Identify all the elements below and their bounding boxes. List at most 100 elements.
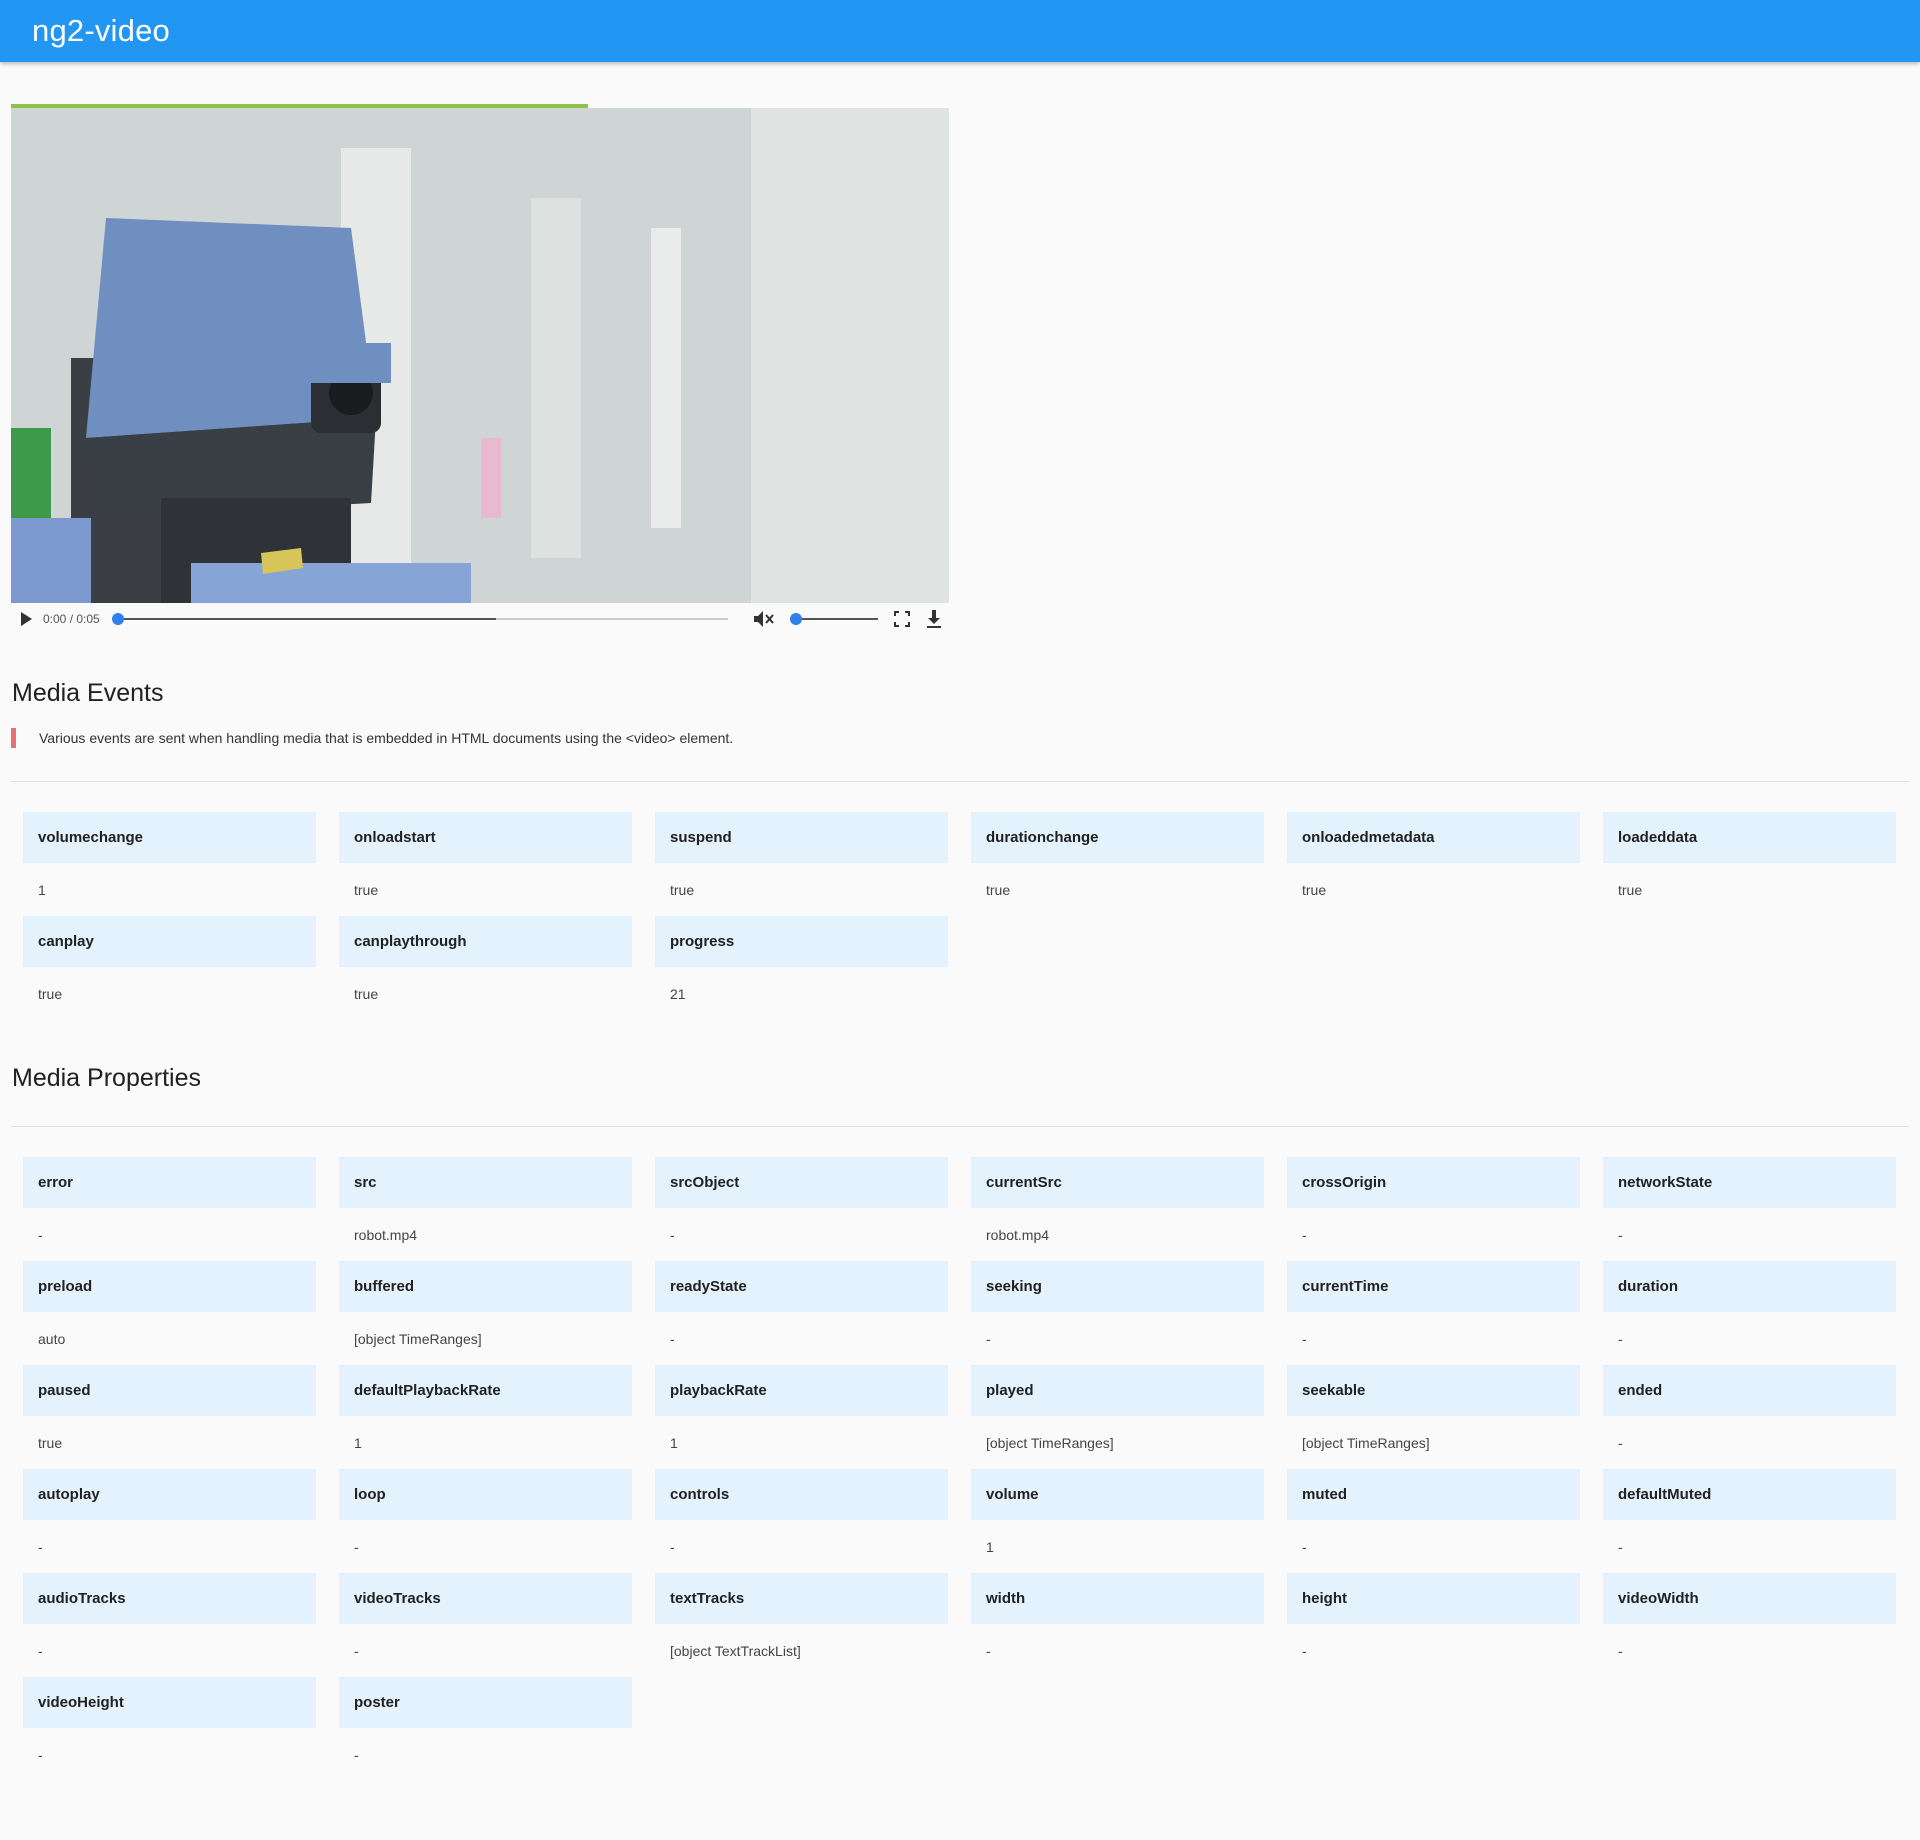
download-icon[interactable] bbox=[925, 609, 943, 629]
event-cell-value: true bbox=[1618, 881, 1643, 898]
property-cell-value: [object TimeRanges] bbox=[1302, 1434, 1430, 1451]
property-cell: muted - bbox=[1287, 1469, 1580, 1573]
property-cell-key: height bbox=[1287, 1573, 1580, 1624]
property-cell-value: - bbox=[986, 1642, 991, 1659]
property-cell-value: - bbox=[38, 1538, 43, 1555]
property-cell-key: defaultPlaybackRate bbox=[339, 1365, 632, 1416]
property-cell: audioTracks - bbox=[23, 1573, 316, 1677]
property-cell-key: textTracks bbox=[655, 1573, 948, 1624]
event-cell-key: suspend bbox=[655, 812, 948, 863]
property-cell-key: audioTracks bbox=[23, 1573, 316, 1624]
fullscreen-icon[interactable] bbox=[893, 610, 911, 628]
property-cell: textTracks [object TextTrackList] bbox=[655, 1573, 948, 1677]
event-cell-value: 21 bbox=[670, 985, 686, 1002]
event-cell: canplay true bbox=[23, 916, 316, 1020]
property-cell-key: loop bbox=[339, 1469, 632, 1520]
property-cell-value: - bbox=[354, 1538, 359, 1555]
event-cell-value: true bbox=[354, 881, 379, 898]
property-cell-value: - bbox=[354, 1746, 359, 1763]
property-cell: networkState - bbox=[1603, 1157, 1896, 1261]
video-frame[interactable] bbox=[11, 108, 949, 603]
event-cell-value: 1 bbox=[38, 881, 46, 898]
property-cell-value: - bbox=[670, 1538, 675, 1555]
property-cell-value: auto bbox=[38, 1330, 66, 1347]
property-cell-value: - bbox=[1302, 1538, 1307, 1555]
event-cell-key: volumechange bbox=[23, 812, 316, 863]
property-cell: poster - bbox=[339, 1677, 632, 1781]
seek-thumb[interactable] bbox=[112, 613, 124, 625]
property-cell-key: crossOrigin bbox=[1287, 1157, 1580, 1208]
property-cell: seekable [object TimeRanges] bbox=[1287, 1365, 1580, 1469]
property-cell-key: duration bbox=[1603, 1261, 1896, 1312]
volume-thumb[interactable] bbox=[790, 613, 802, 625]
property-cell: currentTime - bbox=[1287, 1261, 1580, 1365]
property-cell: controls - bbox=[655, 1469, 948, 1573]
property-cell-value: - bbox=[1618, 1226, 1623, 1243]
property-cell: preload auto bbox=[23, 1261, 316, 1365]
app-bar: ng2-video bbox=[0, 0, 1920, 62]
property-cell-key: buffered bbox=[339, 1261, 632, 1312]
event-cell-value: true bbox=[986, 881, 1011, 898]
app-title: ng2-video bbox=[32, 13, 170, 48]
property-cell-value: - bbox=[670, 1330, 675, 1347]
property-cell-key: videoWidth bbox=[1603, 1573, 1896, 1624]
property-cell: autoplay - bbox=[23, 1469, 316, 1573]
property-cell-value: [object TimeRanges] bbox=[986, 1434, 1114, 1451]
property-cell-key: currentSrc bbox=[971, 1157, 1264, 1208]
property-cell-value: robot.mp4 bbox=[354, 1226, 418, 1243]
property-cell-key: muted bbox=[1287, 1469, 1580, 1520]
event-cell: canplaythrough true bbox=[339, 916, 632, 1020]
property-cell-value: - bbox=[1618, 1434, 1623, 1451]
event-cell: volumechange 1 bbox=[23, 812, 316, 916]
seek-slider[interactable] bbox=[112, 613, 728, 625]
event-cell-key: progress bbox=[655, 916, 948, 967]
event-cell: durationchange true bbox=[971, 812, 1264, 916]
property-cell-key: readyState bbox=[655, 1261, 948, 1312]
property-cell-value: - bbox=[38, 1226, 43, 1243]
property-cell: playbackRate 1 bbox=[655, 1365, 948, 1469]
event-cell: loadeddata true bbox=[1603, 812, 1896, 916]
property-cell-value: - bbox=[986, 1330, 991, 1347]
event-cell-value: true bbox=[670, 881, 695, 898]
property-cell: defaultMuted - bbox=[1603, 1469, 1896, 1573]
property-cell: src robot.mp4 bbox=[339, 1157, 632, 1261]
property-cell-key: seekable bbox=[1287, 1365, 1580, 1416]
property-cell-key: preload bbox=[23, 1261, 316, 1312]
time-display: 0:00 / 0:05 bbox=[43, 612, 100, 626]
media-events-grid: volumechange 1 onloadstart true suspend true d… bbox=[11, 812, 1909, 1020]
property-cell-key: autoplay bbox=[23, 1469, 316, 1520]
property-cell: played [object TimeRanges] bbox=[971, 1365, 1264, 1469]
property-cell-value: - bbox=[38, 1642, 43, 1659]
property-cell-value: [object TextTrackList] bbox=[670, 1642, 801, 1659]
event-cell-value: true bbox=[38, 985, 63, 1002]
property-cell-value: 1 bbox=[354, 1434, 362, 1451]
property-cell-key: src bbox=[339, 1157, 632, 1208]
property-cell: height - bbox=[1287, 1573, 1580, 1677]
video-player: 0:00 / 0:05 bbox=[11, 104, 949, 635]
event-cell-key: canplay bbox=[23, 916, 316, 967]
property-cell: buffered [object TimeRanges] bbox=[339, 1261, 632, 1365]
property-cell-key: played bbox=[971, 1365, 1264, 1416]
property-cell-key: paused bbox=[23, 1365, 316, 1416]
property-cell-key: playbackRate bbox=[655, 1365, 948, 1416]
event-cell: onloadstart true bbox=[339, 812, 632, 916]
property-cell-key: controls bbox=[655, 1469, 948, 1520]
property-cell: readyState - bbox=[655, 1261, 948, 1365]
player-controls: 0:00 / 0:05 bbox=[11, 603, 949, 635]
event-cell-value: true bbox=[354, 985, 379, 1002]
media-events-description: Various events are sent when handling me… bbox=[11, 728, 1909, 748]
divider bbox=[11, 1126, 1909, 1127]
property-cell-key: volume bbox=[971, 1469, 1264, 1520]
media-properties-title: Media Properties bbox=[12, 1064, 201, 1092]
property-cell-value: 1 bbox=[986, 1538, 994, 1555]
event-cell-key: onloadedmetadata bbox=[1287, 812, 1580, 863]
play-icon[interactable] bbox=[21, 612, 32, 626]
volume-slider[interactable] bbox=[790, 613, 878, 625]
event-cell-key: canplaythrough bbox=[339, 916, 632, 967]
main-content: 0:00 / 0:05 Media Events Various events … bbox=[0, 104, 1920, 1781]
mute-icon[interactable] bbox=[752, 609, 774, 629]
event-cell: progress 21 bbox=[655, 916, 948, 1020]
property-cell-value: - bbox=[1618, 1330, 1623, 1347]
property-cell-value: - bbox=[670, 1226, 675, 1243]
property-cell: videoTracks - bbox=[339, 1573, 632, 1677]
